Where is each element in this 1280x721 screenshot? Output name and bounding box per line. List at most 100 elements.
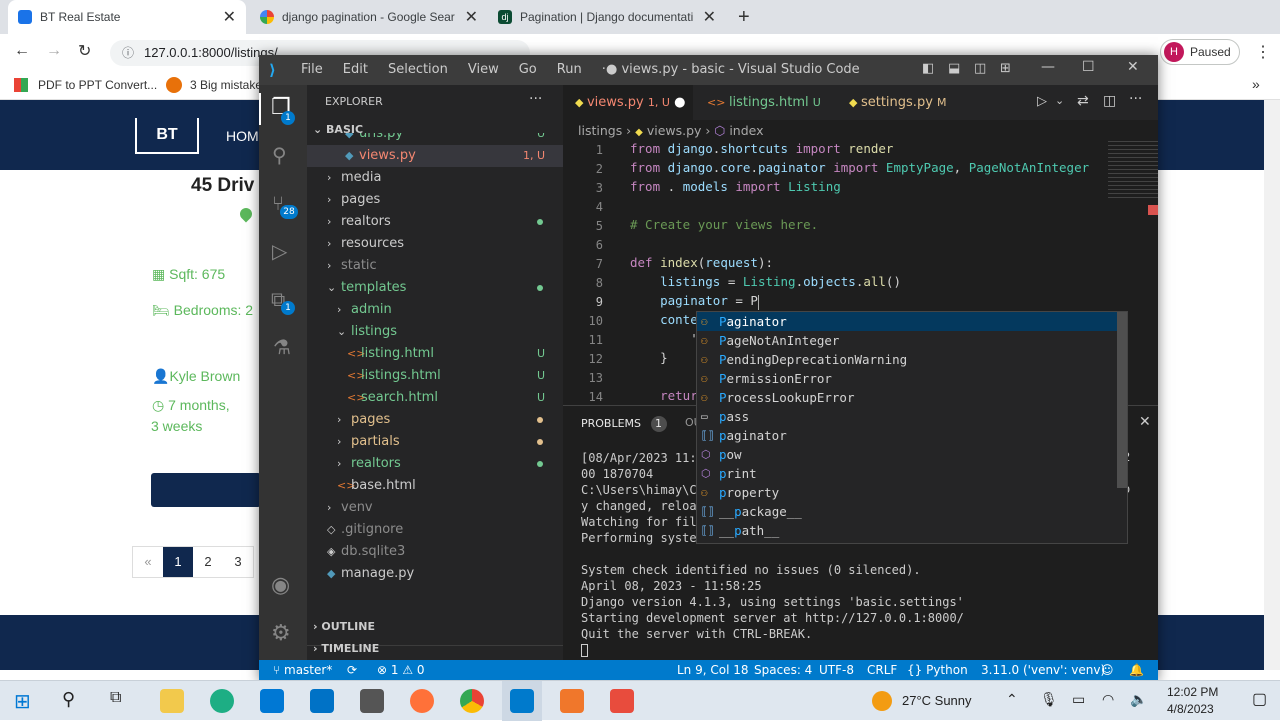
firefox-icon[interactable] bbox=[410, 689, 434, 713]
tree-item-media[interactable]: › media bbox=[307, 167, 563, 189]
site-logo[interactable]: BT bbox=[135, 118, 199, 154]
cursor-position[interactable]: Ln 9, Col 18 bbox=[677, 663, 749, 677]
browser-tab-google[interactable]: django pagination - Google Sear ✕ bbox=[250, 0, 488, 34]
sync-icon[interactable]: ⟳ bbox=[347, 663, 357, 677]
tree-item-static[interactable]: › static bbox=[307, 255, 563, 277]
indentation-status[interactable]: Spaces: 4 bbox=[754, 663, 812, 677]
menu-file[interactable]: File bbox=[301, 62, 323, 77]
menu-selection[interactable]: Selection bbox=[388, 62, 448, 77]
suggestion-item[interactable]: ⟦⟧ paginator bbox=[697, 426, 1127, 445]
code-line[interactable]: } bbox=[630, 350, 668, 365]
code-line[interactable]: from django.core.paginator import EmptyP… bbox=[630, 160, 1089, 175]
suggestion-item[interactable]: ▭ pass bbox=[697, 407, 1127, 426]
chrome-icon[interactable] bbox=[460, 689, 484, 713]
menu-icon[interactable]: ⋮ bbox=[1255, 42, 1271, 62]
menu-edit[interactable]: Edit bbox=[343, 62, 368, 77]
menu-go[interactable]: Go bbox=[519, 62, 537, 77]
search-icon[interactable]: ⚲ bbox=[62, 689, 75, 710]
browser-tab-django-docs[interactable]: dj Pagination | Django documentati ✕ bbox=[488, 0, 726, 34]
run-debug-icon[interactable]: ▷ bbox=[272, 239, 287, 263]
suggestion-item[interactable]: ⟦⟧ __path__ bbox=[697, 521, 1127, 540]
forward-icon[interactable]: → bbox=[46, 42, 62, 60]
tab-listings-html[interactable]: <> listings.html U bbox=[695, 85, 835, 120]
bookmark-3-big-mistake[interactable]: 3 Big mistake bbox=[190, 78, 262, 92]
notification-icon[interactable]: ▢ bbox=[1252, 689, 1267, 709]
account-icon[interactable]: ◉ bbox=[271, 573, 290, 598]
suggestion-item[interactable]: ⬡ pow bbox=[697, 445, 1127, 464]
mail-icon[interactable] bbox=[310, 689, 334, 713]
customize-layout-icon[interactable]: ⊞ bbox=[1000, 61, 1011, 76]
code-line[interactable]: paginator = P bbox=[630, 293, 758, 308]
bookmarks-more[interactable]: » bbox=[1252, 76, 1260, 92]
tab-problems[interactable]: PROBLEMS 1 bbox=[581, 416, 667, 432]
code-line[interactable]: from . models import Listing bbox=[630, 179, 841, 194]
tree-item-realtors[interactable]: › realtors bbox=[307, 453, 563, 475]
code-line[interactable]: retur bbox=[630, 388, 698, 403]
bell-icon[interactable]: 🔔 bbox=[1129, 663, 1144, 677]
search-icon[interactable]: ⚲ bbox=[272, 143, 287, 167]
chevron-up-icon[interactable]: ⌃ bbox=[1006, 691, 1018, 708]
tree-item-partials[interactable]: › partials bbox=[307, 431, 563, 453]
breadcrumb-file[interactable]: views.py bbox=[647, 123, 702, 138]
problems-status[interactable]: ⊗ 1 ⚠ 0 bbox=[377, 663, 425, 677]
tree-item-views-py[interactable]: ◆ views.py 1, U bbox=[307, 145, 563, 167]
outline-section[interactable]: › OUTLINE bbox=[313, 620, 375, 633]
vscode-taskbar-icon[interactable] bbox=[510, 689, 534, 713]
tree-item-pages[interactable]: › pages bbox=[307, 409, 563, 431]
page-3[interactable]: 3 bbox=[223, 547, 253, 577]
menu-run[interactable]: Run bbox=[557, 62, 582, 77]
tree-item-templates[interactable]: ⌄ templates bbox=[307, 277, 563, 299]
app-icon[interactable] bbox=[360, 689, 384, 713]
git-branch-item[interactable]: ⑂ master* bbox=[273, 663, 332, 677]
tree-item--gitignore[interactable]: ◇ .gitignore bbox=[307, 519, 563, 541]
tree-item-listings-html[interactable]: <> listings.html U bbox=[307, 365, 563, 387]
menu-view[interactable]: View bbox=[468, 62, 499, 77]
suggest-scrollbar[interactable] bbox=[1117, 312, 1127, 488]
open-changes-icon[interactable]: ⇄ bbox=[1077, 93, 1089, 109]
tree-item-urls-py[interactable]: ◆ urls.py U bbox=[307, 133, 563, 145]
code-line[interactable]: # Create your views here. bbox=[630, 217, 818, 232]
close-panel-icon[interactable]: ✕ bbox=[1139, 414, 1151, 430]
autocomplete-widget[interactable]: ⚇ Paginator ⚇ PageNotAnInteger ⚇ PendingDepre… bbox=[696, 311, 1128, 544]
page-1[interactable]: 1 bbox=[163, 547, 193, 577]
page-scrollbar[interactable] bbox=[1264, 100, 1280, 670]
app-icon[interactable] bbox=[560, 689, 584, 713]
page-prev[interactable]: « bbox=[133, 547, 163, 577]
speaker-icon[interactable]: 🔈 bbox=[1130, 691, 1147, 708]
split-editor-icon[interactable]: ◫ bbox=[1103, 93, 1116, 109]
file-explorer-icon[interactable] bbox=[160, 689, 184, 713]
battery-icon[interactable]: ▭ bbox=[1072, 691, 1085, 708]
suggestion-item[interactable]: ⬡ print bbox=[697, 464, 1127, 483]
edge-icon[interactable] bbox=[210, 689, 234, 713]
suggestion-item[interactable]: ⟦⟧ __package__ bbox=[697, 502, 1127, 521]
layout-sidebar-icon[interactable]: ◧ bbox=[922, 61, 934, 76]
reload-icon[interactable]: ↻ bbox=[78, 41, 91, 61]
language-status[interactable]: {} Python bbox=[907, 663, 968, 677]
unsaved-dot-icon[interactable]: ● bbox=[674, 95, 685, 110]
close-icon[interactable]: ✕ bbox=[465, 7, 478, 27]
testing-flask-icon[interactable]: ⚗ bbox=[273, 335, 291, 359]
clock-time[interactable]: 12:02 PM bbox=[1167, 685, 1218, 699]
close-icon[interactable]: ✕ bbox=[703, 7, 716, 27]
weather-text[interactable]: 27°C Sunny bbox=[902, 693, 972, 708]
clock-date[interactable]: 4/8/2023 bbox=[1167, 702, 1214, 716]
bookmark-pdf-to-ppt[interactable]: PDF to PPT Convert... bbox=[38, 78, 157, 92]
suggestion-item[interactable]: ⚇ ProcessLookupError bbox=[697, 388, 1127, 407]
more-actions-icon[interactable]: ··· bbox=[529, 91, 542, 107]
windows-start-icon[interactable]: ⊞ bbox=[14, 689, 31, 714]
tab-views-py[interactable]: ◆ views.py 1, U ● bbox=[563, 85, 693, 120]
minimap[interactable] bbox=[1108, 141, 1158, 201]
task-view-icon[interactable]: ⧉ bbox=[110, 689, 121, 707]
app-icon[interactable] bbox=[610, 689, 634, 713]
timeline-section[interactable]: › TIMELINE bbox=[313, 642, 379, 655]
suggestion-item[interactable]: ⚇ PermissionError bbox=[697, 369, 1127, 388]
suggestion-item[interactable]: ⚇ PendingDeprecationWarning bbox=[697, 350, 1127, 369]
suggestion-item[interactable]: ⚇ Paginator bbox=[697, 312, 1127, 331]
code-line[interactable]: from django.shortcuts import render bbox=[630, 141, 893, 156]
tree-item-venv[interactable]: › venv bbox=[307, 497, 563, 519]
tree-item-db-sqlite3[interactable]: ◈ db.sqlite3 bbox=[307, 541, 563, 563]
minimize-icon[interactable]: — bbox=[1041, 59, 1055, 75]
tree-item-search-html[interactable]: <> search.html U bbox=[307, 387, 563, 409]
maximize-icon[interactable]: ☐ bbox=[1082, 59, 1095, 75]
code-line[interactable]: conte bbox=[630, 312, 698, 327]
